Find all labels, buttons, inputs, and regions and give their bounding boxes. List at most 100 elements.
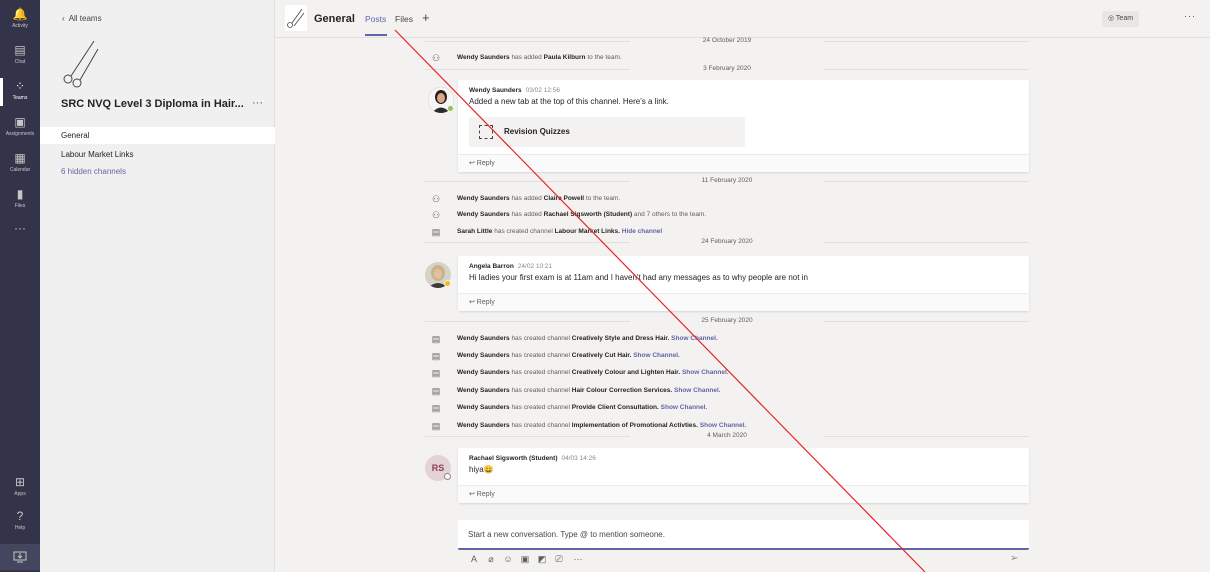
- apps-button[interactable]: ⊞ Apps: [0, 470, 40, 506]
- activity-button[interactable]: 🔔 Activity: [0, 2, 40, 38]
- event-target[interactable]: Rachael Sigsworth (Student): [544, 211, 632, 218]
- sticker-icon[interactable]: ◩: [536, 554, 548, 565]
- show-channel-link[interactable]: Show Channel.: [700, 422, 747, 429]
- more-options-icon[interactable]: ···: [570, 554, 586, 564]
- gif-icon[interactable]: ▣: [519, 554, 531, 565]
- event-target[interactable]: Claire Powell: [544, 195, 584, 202]
- format-icon[interactable]: A: [468, 554, 480, 564]
- hide-channel-link[interactable]: Hide channel: [622, 228, 662, 235]
- grin-emoji-icon: 😀: [483, 465, 494, 474]
- card-title[interactable]: Revision Quizzes: [504, 127, 570, 136]
- show-channel-link[interactable]: Show Channel.: [661, 404, 708, 411]
- team-name[interactable]: SRC NVQ Level 3 Diploma in Hair...: [61, 98, 244, 110]
- channel-labour-market-links[interactable]: Labour Market Links: [40, 146, 275, 163]
- tab-posts[interactable]: Posts: [365, 14, 386, 24]
- event-actor[interactable]: Wendy Saunders: [457, 54, 510, 61]
- download-button[interactable]: [0, 544, 40, 570]
- event-target[interactable]: Creatively Cut Hair.: [572, 352, 632, 359]
- reply-button[interactable]: ↩ Reply: [458, 485, 1029, 503]
- website-tab-icon: [479, 125, 493, 139]
- calendar-button[interactable]: ▦ Calendar: [0, 146, 40, 182]
- more-apps-icon: ···: [14, 221, 26, 235]
- show-channel-link[interactable]: Show Channel.: [682, 369, 729, 376]
- message-author[interactable]: Rachael Sigsworth (Student): [469, 455, 557, 462]
- event-actor[interactable]: Wendy Saunders: [457, 387, 510, 394]
- help-icon: ?: [16, 509, 24, 523]
- event-actor[interactable]: Wendy Saunders: [457, 352, 510, 359]
- event-target[interactable]: Implementation of Promotional Activties.: [572, 422, 698, 429]
- event-verb: has created channel: [511, 335, 570, 342]
- teams-button[interactable]: ⁘ Teams: [0, 74, 40, 110]
- all-teams-label: All teams: [68, 14, 102, 23]
- show-channel-link[interactable]: Show Channel.: [671, 335, 718, 342]
- channel-title: General: [314, 13, 355, 25]
- date-separator: 4 March 2020: [425, 431, 1029, 441]
- show-channel-link[interactable]: Show Channel.: [633, 352, 680, 359]
- event-verb: has added: [511, 54, 542, 61]
- apps-label: Apps: [14, 491, 26, 497]
- event-target[interactable]: Paula Kilburn: [544, 54, 586, 61]
- date-separator: 3 February 2020: [425, 64, 1029, 74]
- show-channel-link[interactable]: Show Channel.: [674, 387, 721, 394]
- team-button[interactable]: ◎ Team: [1102, 11, 1140, 27]
- assignments-button[interactable]: ▣ Assignments: [0, 110, 40, 146]
- message-author[interactable]: Wendy Saunders: [469, 87, 522, 94]
- calendar-label: Calendar: [9, 167, 31, 173]
- reply-button[interactable]: ↩ Reply: [458, 293, 1029, 311]
- event-actor[interactable]: Wendy Saunders: [457, 195, 510, 202]
- date-separator: 24 October 2019: [425, 36, 1029, 46]
- scissors-icon: [63, 40, 99, 88]
- event-actor[interactable]: Wendy Saunders: [457, 335, 510, 342]
- attach-icon[interactable]: ⌀: [485, 554, 497, 565]
- message-card: Angela Barron 24/02 10:21 Hi ladies your …: [458, 256, 1029, 311]
- bell-icon: 🔔: [12, 7, 28, 21]
- event-target[interactable]: Creatively Style and Dress Hair.: [572, 335, 670, 342]
- chat-label: Chat: [14, 59, 26, 65]
- channel-general[interactable]: General: [40, 127, 275, 144]
- tab-link-card[interactable]: Revision Quizzes: [469, 117, 745, 147]
- tab-files[interactable]: Files: [395, 14, 413, 24]
- send-icon[interactable]: ➢: [1010, 553, 1018, 564]
- message-body: Added a new tab at the top of this chann…: [469, 97, 669, 106]
- date-separator: 25 February 2020: [425, 316, 1029, 326]
- event-actor[interactable]: Wendy Saunders: [457, 211, 510, 218]
- event-actor[interactable]: Sarah Little: [457, 228, 492, 235]
- message-timestamp: 04/03 14:26: [561, 455, 596, 462]
- event-target[interactable]: Creatively Colour and Lighten Hair.: [572, 369, 680, 376]
- event-actor[interactable]: Wendy Saunders: [457, 422, 510, 429]
- channel-header: General Posts Files + ◎ Team ···: [275, 0, 1210, 38]
- message-card: Rachael Sigsworth (Student) 04/03 14:26 h…: [458, 448, 1029, 503]
- chat-button[interactable]: ▤ Chat: [0, 38, 40, 74]
- message-author[interactable]: Angela Barron: [469, 263, 514, 270]
- new-conversation-input[interactable]: [458, 520, 1029, 548]
- event-rest: to the team.: [585, 195, 621, 202]
- active-tab-indicator: [365, 34, 387, 36]
- scissors-icon: [285, 5, 307, 31]
- all-teams-link[interactable]: ‹ All teams: [62, 14, 102, 23]
- emoji-icon[interactable]: ☺: [502, 554, 514, 564]
- channel-main: General Posts Files + ◎ Team ··· 24 Octo…: [275, 0, 1210, 572]
- message-timestamp: 03/02 12:56: [525, 87, 560, 94]
- event-verb: has created channel: [494, 228, 553, 235]
- channel-created-icon: ▤: [431, 403, 441, 413]
- event-actor[interactable]: Wendy Saunders: [457, 369, 510, 376]
- hidden-channels-link[interactable]: 6 hidden channels: [40, 163, 275, 180]
- event-actor[interactable]: Wendy Saunders: [457, 404, 510, 411]
- help-button[interactable]: ? Help: [0, 504, 40, 540]
- header-more-options-icon[interactable]: ···: [1184, 11, 1196, 21]
- teams-icon: ⁘: [14, 79, 26, 93]
- channel-created-icon: ▤: [431, 386, 441, 396]
- reply-button[interactable]: ↩ Reply: [458, 154, 1029, 172]
- files-button[interactable]: ▮ Files: [0, 182, 40, 218]
- more-apps-button[interactable]: ···: [0, 216, 40, 252]
- add-tab-button[interactable]: +: [422, 10, 430, 25]
- files-icon: ▮: [16, 187, 24, 201]
- event-target[interactable]: Hair Colour Correction Services.: [572, 387, 672, 394]
- channel-created-icon: ▤: [431, 368, 441, 378]
- assignments-label: Assignments: [5, 131, 35, 137]
- team-panel: ‹ All teams SRC NVQ Level 3 Diploma in H…: [40, 0, 275, 572]
- event-target[interactable]: Provide Client Consultation.: [572, 404, 659, 411]
- team-more-options-icon[interactable]: ···: [252, 97, 263, 109]
- meet-now-icon[interactable]: ⎚: [553, 554, 565, 565]
- event-target[interactable]: Labour Market Links.: [555, 228, 620, 235]
